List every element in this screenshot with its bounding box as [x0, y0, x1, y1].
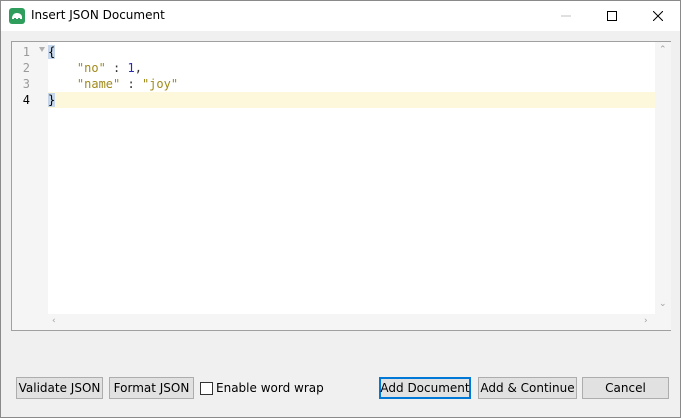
code-line: "no" : 1, [48, 60, 655, 76]
code-line: { [48, 44, 655, 60]
horizontal-scrollbar[interactable]: ‹ › [48, 314, 655, 330]
json-separator: : [105, 61, 128, 75]
json-key: "no" [76, 61, 106, 75]
add-document-button[interactable]: Add Document [379, 377, 471, 399]
scroll-right-icon[interactable]: › [644, 317, 648, 326]
line-number: 3 [22, 77, 30, 91]
dialog-window: Insert JSON Document 1 2 3 4 {"no": 1,… [0, 0, 681, 418]
json-value: 1 [127, 61, 135, 75]
open-brace: { [48, 45, 56, 59]
add-continue-button[interactable]: Add & Continue [478, 377, 577, 399]
maximize-button[interactable] [589, 1, 635, 31]
minimize-icon [561, 15, 571, 17]
maximize-icon [607, 11, 617, 21]
studio-app-icon [9, 8, 25, 24]
json-separator: : [120, 77, 142, 91]
fold-arrow-icon[interactable] [39, 47, 45, 52]
code-line-current: } [48, 92, 655, 108]
close-icon [653, 11, 663, 21]
scrollbar-corner [655, 314, 671, 330]
line-number: 1 [22, 45, 30, 59]
json-comma: , [134, 61, 142, 75]
format-json-button[interactable]: Format JSON [109, 377, 194, 399]
cancel-button[interactable]: Cancel [582, 377, 669, 399]
scroll-down-icon[interactable]: ⌄ [659, 300, 667, 309]
scroll-up-icon[interactable]: ⌃ [659, 46, 667, 55]
line-number: 4 [22, 93, 30, 107]
word-wrap-option[interactable]: Enable word wrap [200, 380, 324, 396]
json-editor[interactable]: 1 2 3 4 { "no" : 1, "name" : "joy" } ⌃ ⌄… [11, 41, 671, 331]
minimize-button[interactable] [543, 1, 589, 31]
json-value: "joy" [141, 77, 179, 91]
line-number: 2 [22, 61, 30, 75]
scroll-left-icon[interactable]: ‹ [52, 317, 56, 326]
close-button[interactable] [635, 1, 681, 31]
word-wrap-label: Enable word wrap [216, 381, 324, 395]
word-wrap-checkbox[interactable] [200, 381, 213, 395]
line-number-gutter: 1 2 3 4 [12, 42, 48, 314]
window-title: Insert JSON Document [31, 8, 165, 22]
close-brace: } [48, 93, 56, 107]
code-line: "name" : "joy" [48, 76, 655, 92]
vertical-scrollbar[interactable]: ⌃ ⌄ [655, 42, 671, 314]
json-key: "name" [76, 77, 121, 91]
title-bar[interactable]: Insert JSON Document [1, 1, 680, 31]
code-text-area[interactable]: { "no" : 1, "name" : "joy" } [48, 42, 655, 314]
validate-json-button[interactable]: Validate JSON [16, 377, 103, 399]
